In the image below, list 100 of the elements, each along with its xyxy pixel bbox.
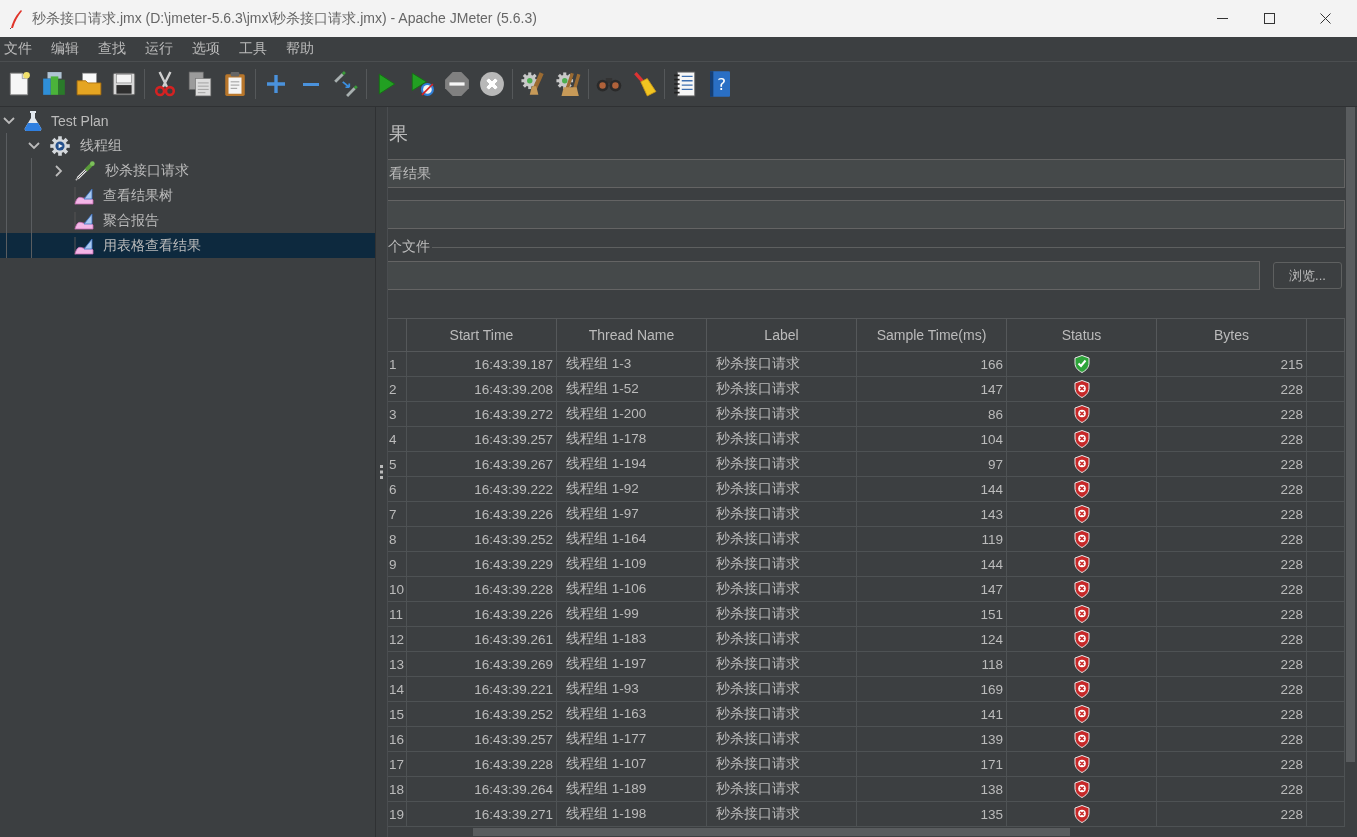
table-cell: 16:43:39.226: [407, 502, 557, 526]
table-cell: 151: [857, 602, 1007, 626]
table-cell: 秒杀接口请求: [707, 777, 857, 801]
minus-icon: [301, 82, 320, 86]
table-cell: 228: [1157, 652, 1307, 676]
table-cell: 16:43:39.226: [407, 602, 557, 626]
close-icon: [1319, 13, 1331, 24]
table-cell: 228: [1157, 477, 1307, 501]
play-icon: [377, 73, 396, 95]
table-cell: 171: [857, 752, 1007, 776]
browse-button[interactable]: 浏览...: [1273, 262, 1342, 289]
row-number: 12: [388, 627, 407, 651]
feather-icon: [9, 8, 23, 29]
tree-item[interactable]: 查看结果树: [0, 183, 375, 208]
column-header[interactable]: Thread Name: [557, 319, 707, 351]
table-cell: 16:43:39.187: [407, 352, 557, 376]
row-number: 2: [388, 377, 407, 401]
table-cell: 秒杀接口请求: [707, 502, 857, 526]
circle-cross-icon: [478, 71, 505, 97]
table-cell: 线程组 1-164: [557, 527, 707, 551]
row-number: 18: [388, 777, 407, 801]
pipette-icon: [74, 159, 96, 182]
table-cell: 线程组 1-92: [557, 477, 707, 501]
help-button[interactable]: ?: [702, 66, 737, 102]
minimize-icon: [1217, 18, 1228, 19]
menu-item[interactable]: 工具: [235, 37, 271, 61]
menu-item[interactable]: 选项: [188, 37, 224, 61]
chevron-down-icon[interactable]: [27, 141, 40, 150]
chevron-right-icon[interactable]: [54, 164, 63, 177]
table-cell: 线程组 1-107: [557, 752, 707, 776]
tree-item[interactable]: 秒杀接口请求: [0, 158, 375, 183]
column-header[interactable]: Status: [1007, 319, 1157, 351]
table-cell: 135: [857, 802, 1007, 826]
table-cell: 秒杀接口请求: [707, 727, 857, 751]
books-icon: [40, 71, 67, 97]
table-cell: 线程组 1-3: [557, 352, 707, 376]
name-field[interactable]: 看结果: [388, 159, 1345, 188]
flask-icon: [24, 110, 42, 131]
table-cell: 139: [857, 727, 1007, 751]
column-header[interactable]: Label: [707, 319, 857, 351]
table-cell: 秒杀接口请求: [707, 627, 857, 651]
panel-title: 果: [388, 122, 408, 146]
row-number: 8: [388, 527, 407, 551]
table-cell: 228: [1157, 677, 1307, 701]
tree-item[interactable]: 用表格查看结果: [0, 233, 375, 258]
tree-item[interactable]: Test Plan: [0, 108, 375, 133]
row-number: 14: [388, 677, 407, 701]
row-number: 10: [388, 577, 407, 601]
table-cell: 线程组 1-106: [557, 577, 707, 601]
pens-icon: [332, 71, 359, 97]
comment-field[interactable]: [388, 200, 1345, 229]
table-cell: 16:43:39.252: [407, 702, 557, 726]
table-cell: 秒杀接口请求: [707, 452, 857, 476]
menu-item[interactable]: 编辑: [47, 37, 83, 61]
table-cell: 秒杀接口请求: [707, 377, 857, 401]
table-cell: 228: [1157, 377, 1307, 401]
table-cell: 16:43:39.221: [407, 677, 557, 701]
column-header[interactable]: Bytes: [1157, 319, 1307, 351]
table-cell: 秒杀接口请求: [707, 602, 857, 626]
table-cell: 16:43:39.269: [407, 652, 557, 676]
chevron-down-icon[interactable]: [2, 116, 15, 125]
scroll-thumb[interactable]: [473, 828, 1070, 836]
table-cell: 线程组 1-99: [557, 602, 707, 626]
table-cell: 138: [857, 777, 1007, 801]
table-cell: 166: [857, 352, 1007, 376]
octagon-icon: [443, 71, 470, 97]
menu-item[interactable]: 运行: [141, 37, 177, 61]
table-cell: 线程组 1-177: [557, 727, 707, 751]
table-cell: 143: [857, 502, 1007, 526]
table-cell: 228: [1157, 627, 1307, 651]
tree-item[interactable]: 聚合报告: [0, 208, 375, 233]
row-number: 13: [388, 652, 407, 676]
table-cell: 228: [1157, 602, 1307, 626]
row-number: 1: [388, 352, 407, 376]
table-cell: 16:43:39.252: [407, 527, 557, 551]
table-cell: 228: [1157, 502, 1307, 526]
grip-icon[interactable]: [380, 465, 383, 479]
filename-field[interactable]: [388, 261, 1260, 290]
table-cell: 228: [1157, 802, 1307, 826]
table-cell: 秒杀接口请求: [707, 677, 857, 701]
table-cell: 16:43:39.228: [407, 752, 557, 776]
menu-item[interactable]: 文件: [0, 37, 36, 61]
table-cell: 16:43:39.271: [407, 802, 557, 826]
table-cell: 124: [857, 627, 1007, 651]
table-cell: 线程组 1-93: [557, 677, 707, 701]
table-cell: 秒杀接口请求: [707, 527, 857, 551]
scroll-thumb[interactable]: [1346, 107, 1355, 762]
table-cell: 16:43:39.257: [407, 427, 557, 451]
menu-item[interactable]: 帮助: [282, 37, 318, 61]
table-cell: 228: [1157, 702, 1307, 726]
column-header[interactable]: Start Time: [407, 319, 557, 351]
table-cell: 16:43:39.229: [407, 552, 557, 576]
gear-brush-icon: [519, 71, 546, 97]
table-cell: 线程组 1-97: [557, 502, 707, 526]
menu-item[interactable]: 查找: [94, 37, 130, 61]
column-header[interactable]: Sample Time(ms): [857, 319, 1007, 351]
folder-icon: [75, 71, 102, 97]
table-cell: 16:43:39.261: [407, 627, 557, 651]
table-cell: 秒杀接口请求: [707, 402, 857, 426]
tree-item[interactable]: 线程组: [0, 133, 375, 158]
